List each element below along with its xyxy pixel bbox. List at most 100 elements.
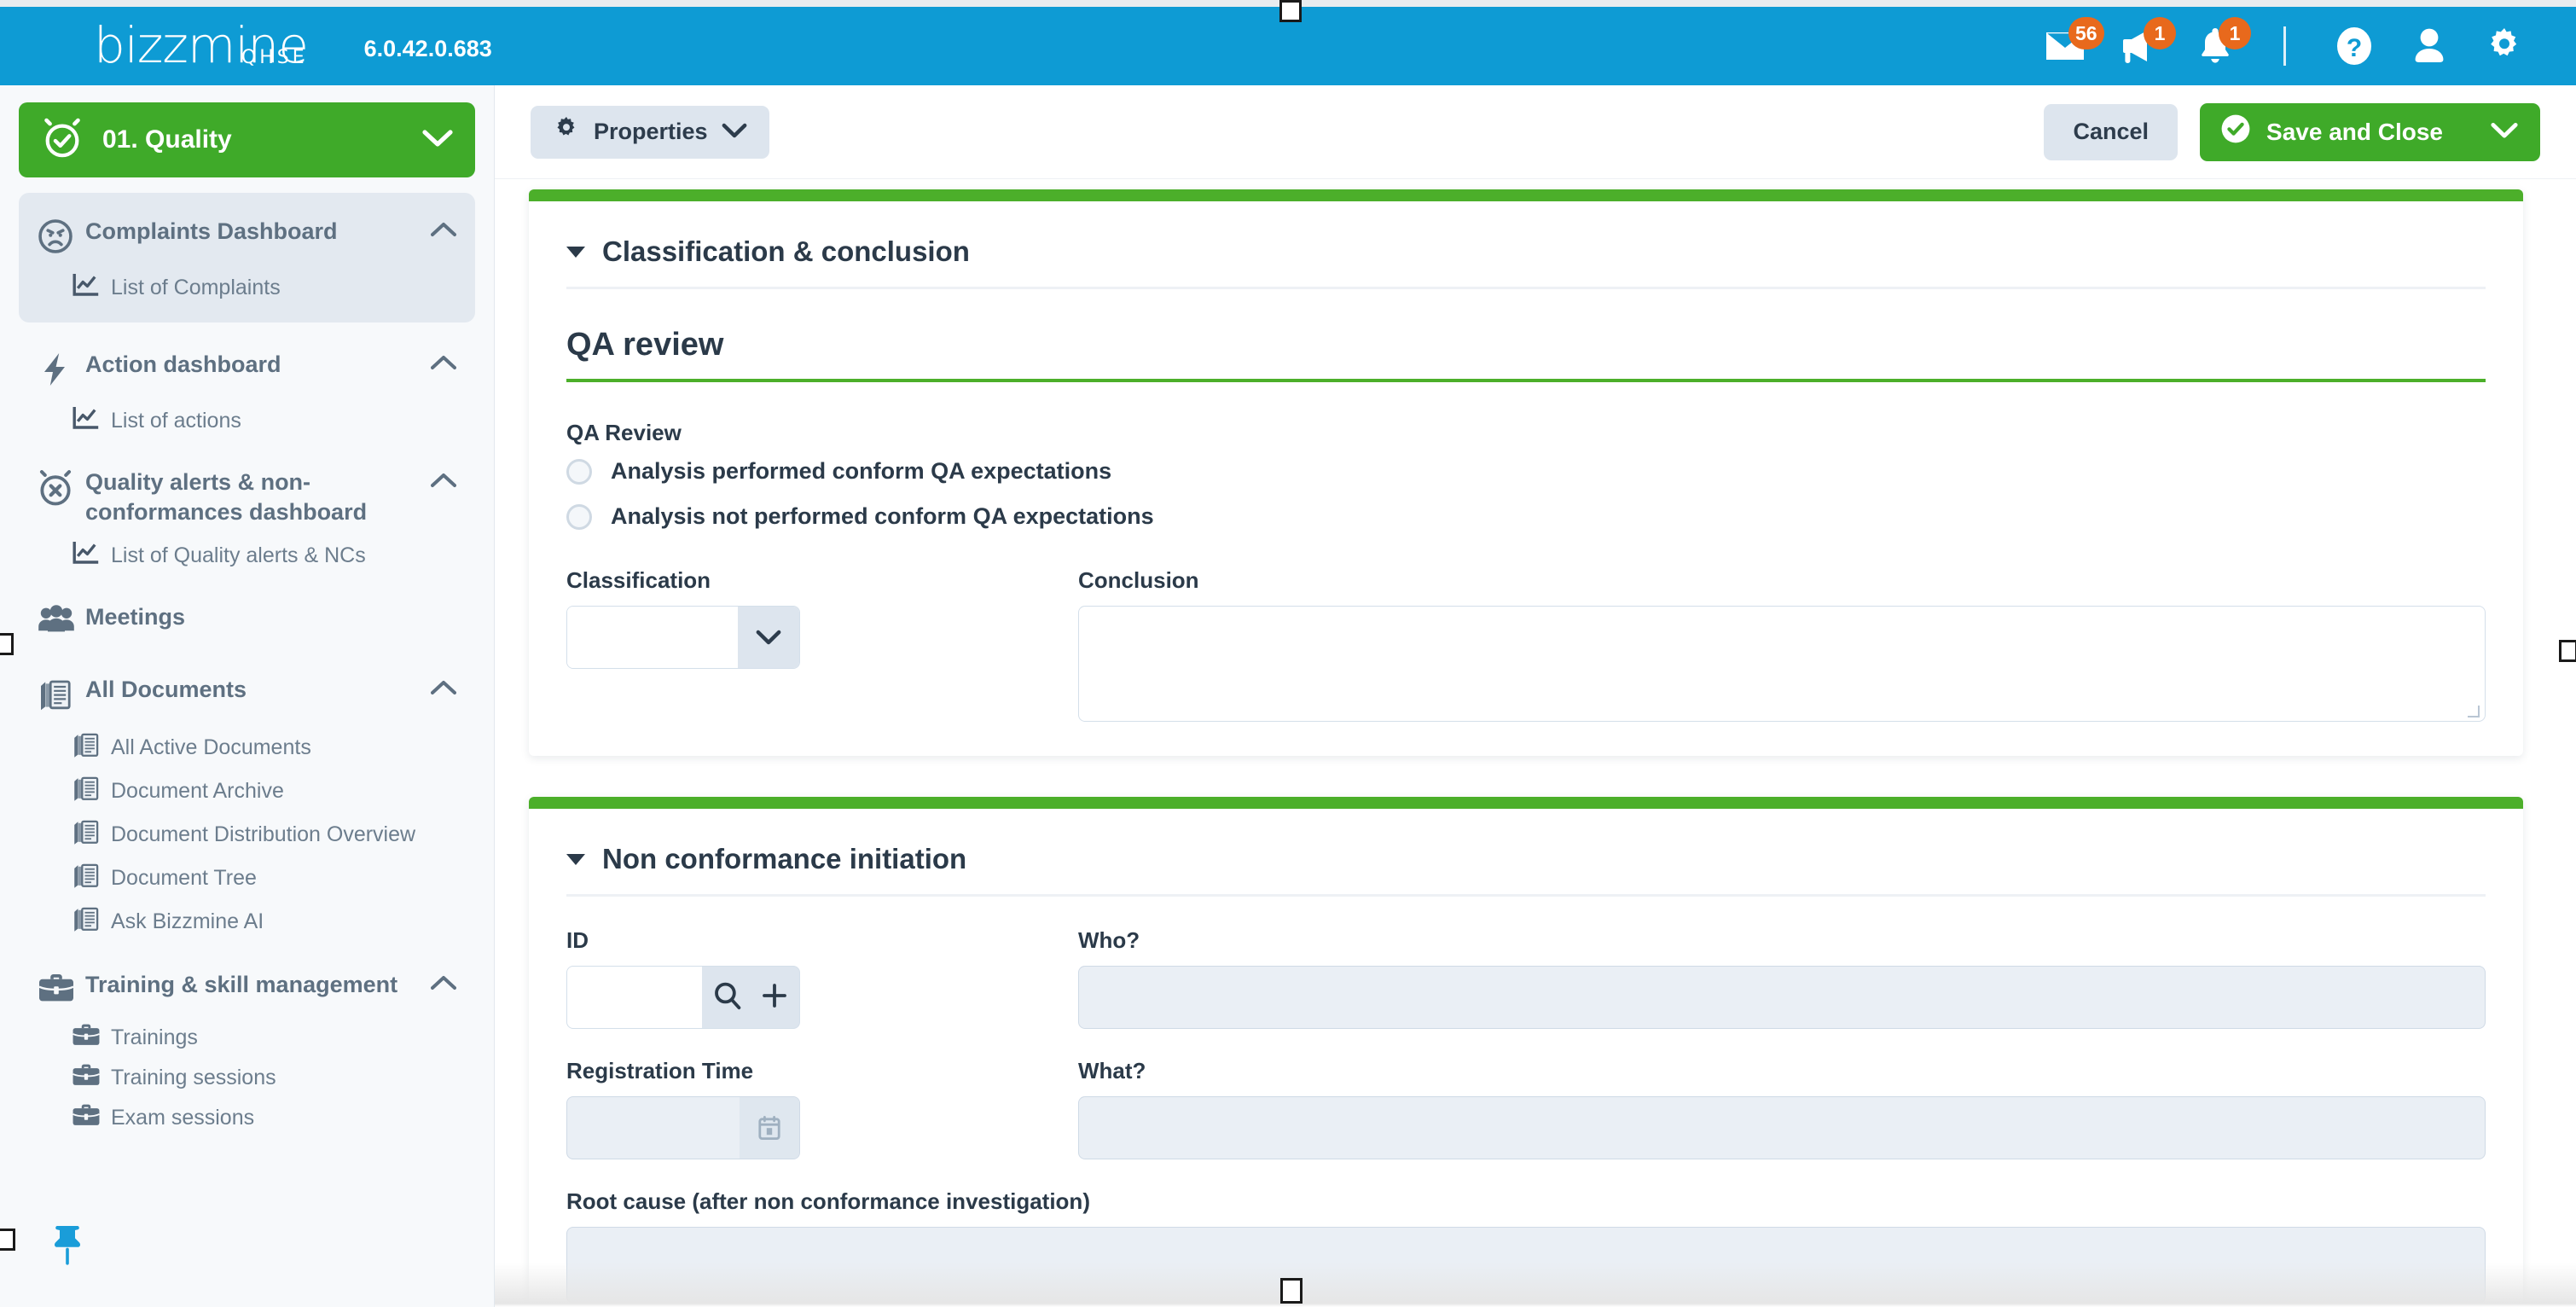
resize-grip-icon[interactable] bbox=[2468, 706, 2480, 717]
properties-button[interactable]: Properties bbox=[531, 106, 769, 159]
who-input[interactable] bbox=[1078, 966, 2486, 1029]
registration-time-field[interactable] bbox=[566, 1096, 800, 1159]
sidebar-subitem-list-of-quality-alerts[interactable]: List of Quality alerts & NCs bbox=[19, 535, 475, 575]
user-icon[interactable] bbox=[2392, 7, 2467, 85]
documents-icon bbox=[72, 774, 111, 807]
sidebar-item-quality-alerts-dashboard[interactable]: Quality alerts & non-conformances dashbo… bbox=[19, 456, 475, 535]
logo-subtitle: QHSE bbox=[241, 47, 308, 68]
conclusion-textarea[interactable] bbox=[1078, 606, 2486, 722]
calendar-icon[interactable] bbox=[740, 1097, 799, 1159]
properties-label: Properties bbox=[594, 119, 708, 145]
section-header-classification[interactable]: Classification & conclusion bbox=[566, 224, 2486, 287]
alarm-check-icon bbox=[41, 117, 84, 164]
add-icon[interactable] bbox=[761, 982, 788, 1014]
what-input[interactable] bbox=[1078, 1096, 2486, 1159]
sidebar-subitem-ask-bizzmine-ai[interactable]: Ask Bizzmine AI bbox=[19, 899, 475, 943]
classification-label: Classification bbox=[566, 567, 1059, 594]
chevron-up-icon[interactable] bbox=[431, 217, 456, 241]
id-input[interactable] bbox=[567, 967, 702, 1028]
help-icon[interactable]: ? bbox=[2317, 7, 2392, 85]
lightning-icon bbox=[38, 350, 82, 392]
registration-time-input[interactable] bbox=[567, 1097, 740, 1159]
check-circle-icon bbox=[2220, 113, 2251, 150]
section-title: Non conformance initiation bbox=[602, 843, 966, 875]
sad-face-icon bbox=[38, 217, 82, 258]
chevron-down-icon[interactable] bbox=[2491, 119, 2518, 146]
top-resize-handle[interactable] bbox=[1279, 0, 1302, 22]
sidebar: 01. Quality Complaints Dashboard bbox=[0, 85, 495, 1307]
registration-time-label: Registration Time bbox=[566, 1058, 1059, 1084]
chevron-up-icon[interactable] bbox=[431, 675, 456, 700]
sidebar-subitem-all-active-documents[interactable]: All Active Documents bbox=[19, 725, 475, 769]
sidebar-item-complaints-dashboard[interactable]: Complaints Dashboard bbox=[19, 205, 475, 267]
documents-icon bbox=[72, 904, 111, 938]
sidebar-subitem-label: List of Complaints bbox=[111, 274, 281, 301]
megaphone-badge: 1 bbox=[2144, 17, 2176, 49]
chevron-down-icon[interactable] bbox=[738, 607, 799, 668]
sidebar-subitem-label: Exam sessions bbox=[111, 1104, 254, 1131]
radio-option-analysis-performed[interactable]: Analysis performed conform QA expectatio… bbox=[566, 458, 2486, 485]
sidebar-group-quality-alerts: Quality alerts & non-conformances dashbo… bbox=[0, 456, 494, 575]
chevron-down-icon bbox=[722, 119, 747, 145]
module-selector-quality[interactable]: 01. Quality bbox=[19, 102, 475, 177]
sidebar-item-label: Action dashboard bbox=[85, 350, 281, 380]
sidebar-subitem-list-of-actions[interactable]: List of actions bbox=[19, 400, 475, 440]
chart-icon bbox=[72, 405, 111, 435]
sidebar-subitem-document-tree[interactable]: Document Tree bbox=[19, 856, 475, 899]
sidebar-item-meetings[interactable]: Meetings bbox=[19, 590, 475, 648]
sidebar-subitem-document-archive[interactable]: Document Archive bbox=[19, 769, 475, 812]
search-icon[interactable] bbox=[713, 981, 742, 1014]
chevron-up-icon[interactable] bbox=[431, 970, 456, 995]
app-logo[interactable]: bizzmine QHSE bbox=[94, 22, 308, 69]
section-header-non-conformance[interactable]: Non conformance initiation bbox=[566, 831, 2486, 894]
caret-down-icon[interactable] bbox=[566, 854, 585, 865]
briefcase-icon bbox=[72, 1062, 111, 1092]
svg-text:?: ? bbox=[2347, 34, 2362, 62]
sidebar-subitem-exam-sessions[interactable]: Exam sessions bbox=[19, 1097, 475, 1137]
root-cause-label: Root cause (after non conformance invest… bbox=[566, 1188, 2486, 1215]
pin-sidebar-icon[interactable] bbox=[49, 1223, 85, 1273]
sidebar-item-all-documents[interactable]: All Documents bbox=[19, 663, 475, 725]
header-divider bbox=[2283, 26, 2286, 66]
left-bottom-handle[interactable] bbox=[0, 1229, 15, 1251]
radio-option-analysis-not-performed[interactable]: Analysis not performed conform QA expect… bbox=[566, 503, 2486, 530]
section-accent-bar bbox=[529, 797, 2523, 809]
sidebar-group-all-documents: All Documents All Active Documents Docum… bbox=[0, 663, 494, 943]
save-and-close-button[interactable]: Save and Close bbox=[2200, 103, 2540, 161]
radio-button[interactable] bbox=[566, 504, 592, 530]
sidebar-subitem-training-sessions[interactable]: Training sessions bbox=[19, 1057, 475, 1097]
chevron-up-icon[interactable] bbox=[431, 350, 456, 375]
alarm-x-icon bbox=[38, 468, 82, 511]
briefcase-icon bbox=[72, 1102, 111, 1132]
briefcase-icon bbox=[72, 1022, 111, 1052]
form-scroll-area[interactable]: Classification & conclusion QA review QA… bbox=[495, 179, 2576, 1307]
mail-icon[interactable]: 56 bbox=[2028, 7, 2103, 85]
cancel-button[interactable]: Cancel bbox=[2044, 104, 2178, 160]
radio-button[interactable] bbox=[566, 459, 592, 485]
chart-icon bbox=[72, 540, 111, 570]
conclusion-label: Conclusion bbox=[1078, 567, 2486, 594]
gear-icon bbox=[553, 115, 580, 148]
sidebar-item-training-skill-management[interactable]: Training & skill management bbox=[19, 958, 475, 1017]
chevron-up-icon[interactable] bbox=[431, 468, 456, 492]
right-resize-handle[interactable] bbox=[2559, 640, 2576, 662]
left-resize-handle[interactable] bbox=[0, 633, 14, 655]
mail-badge: 56 bbox=[2068, 17, 2104, 49]
sidebar-subitem-document-distribution-overview[interactable]: Document Distribution Overview bbox=[19, 812, 475, 856]
sidebar-subitem-list-of-complaints[interactable]: List of Complaints bbox=[19, 267, 475, 307]
id-lookup-field[interactable] bbox=[566, 966, 800, 1029]
classification-value[interactable] bbox=[567, 607, 738, 668]
sidebar-item-action-dashboard[interactable]: Action dashboard bbox=[19, 338, 475, 400]
bottom-resize-handle[interactable] bbox=[1280, 1278, 1303, 1304]
sidebar-subitem-label: All Active Documents bbox=[111, 734, 311, 761]
sidebar-item-label: All Documents bbox=[85, 675, 247, 705]
caret-down-icon[interactable] bbox=[566, 247, 585, 258]
radio-label: Analysis not performed conform QA expect… bbox=[611, 503, 1154, 530]
sidebar-subitem-label: Document Tree bbox=[111, 864, 257, 892]
settings-gear-icon[interactable] bbox=[2467, 7, 2542, 85]
sidebar-subitem-trainings[interactable]: Trainings bbox=[19, 1017, 475, 1057]
classification-select[interactable] bbox=[566, 606, 800, 669]
megaphone-icon[interactable]: 1 bbox=[2103, 7, 2178, 85]
section-title: Classification & conclusion bbox=[602, 235, 970, 268]
bell-icon[interactable]: 1 bbox=[2178, 7, 2253, 85]
